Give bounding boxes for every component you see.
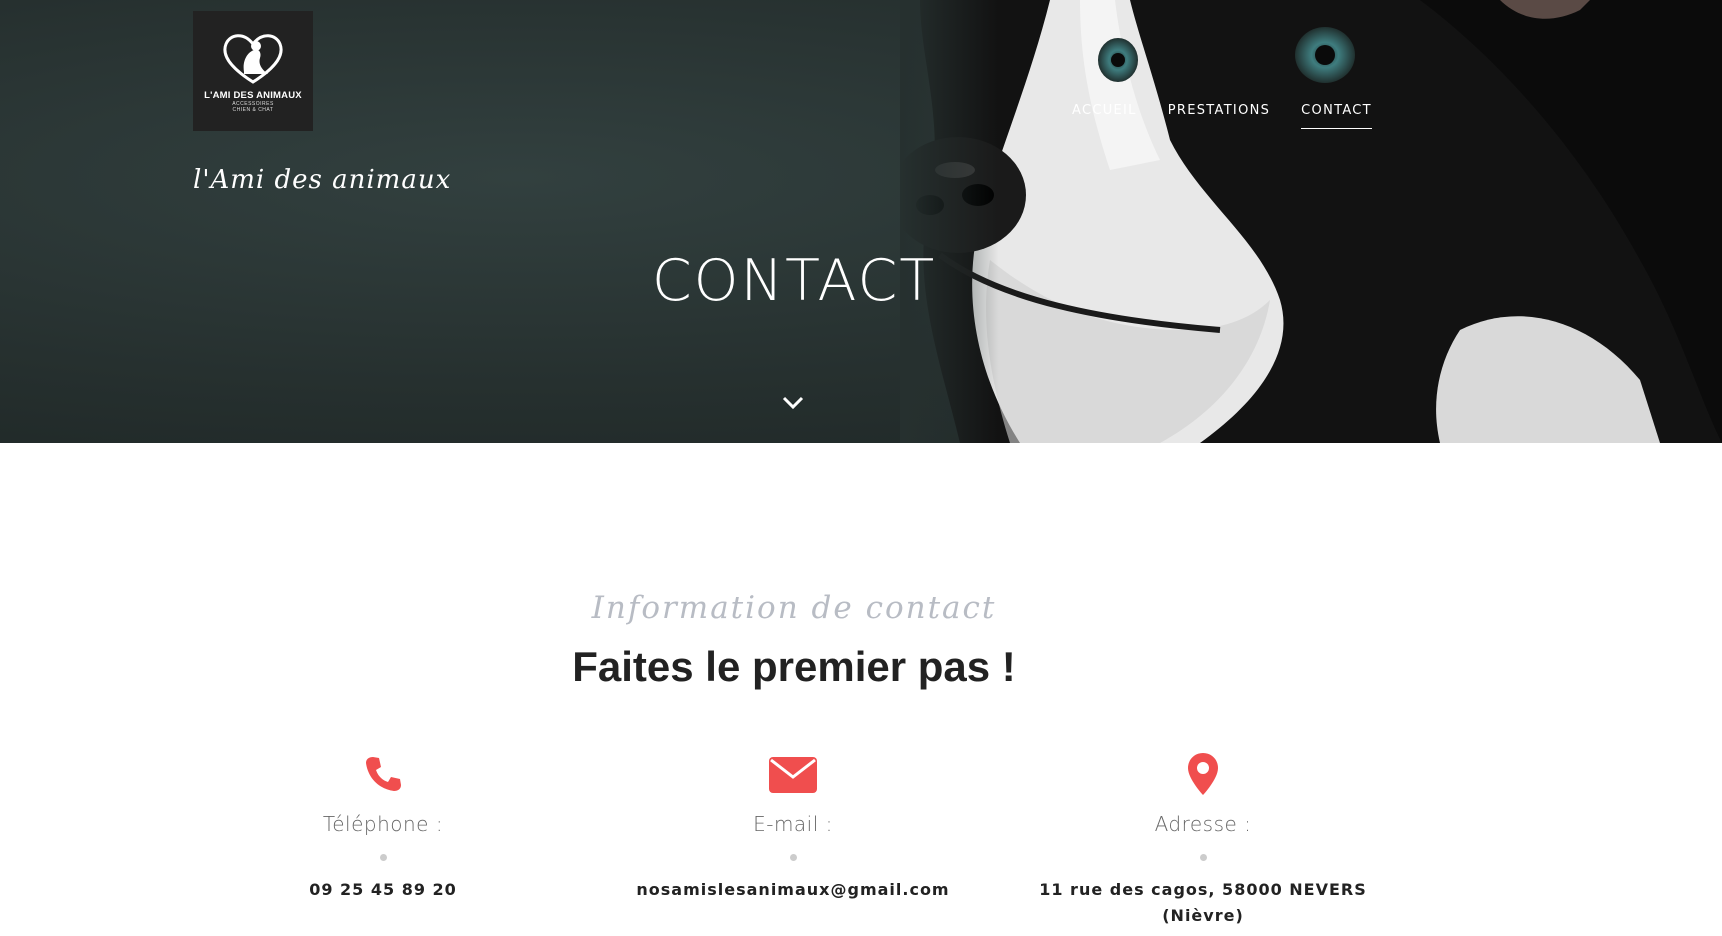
heart-logo-icon: [223, 33, 283, 84]
address-label: Adresse :: [1154, 812, 1252, 836]
contact-phone: Téléphone : 09 25 45 89 20: [173, 752, 593, 903]
nav-item-accueil[interactable]: ACCUEIL: [1072, 103, 1137, 129]
email-label: E-mail :: [753, 812, 833, 836]
page-title: CONTACT: [651, 248, 937, 314]
map-pin-icon: [1188, 753, 1218, 795]
contact-email: E-mail : nosamislesanimaux@gmail.com: [583, 752, 1003, 903]
section-headline: Faites le premier pas !: [572, 643, 1016, 690]
phone-label: Téléphone :: [322, 812, 444, 836]
address-line-1: 11 rue des cagos, 58000 NEVERS: [1039, 880, 1367, 899]
address-line-2: (Nièvre): [1162, 906, 1244, 925]
separator-dot: [789, 854, 797, 861]
site-logo[interactable]: L'AMI DES ANIMAUX ACCESSOIRES CHIEN & CH…: [193, 11, 313, 131]
nav-item-contact[interactable]: CONTACT: [1301, 103, 1372, 129]
logo-brand: L'AMI DES ANIMAUX: [204, 89, 302, 101]
section-subtitle: Information de contact: [591, 590, 997, 626]
email-value[interactable]: nosamislesanimaux@gmail.com: [583, 877, 1003, 903]
separator-dot: [379, 854, 387, 861]
phone-icon: [366, 757, 401, 791]
separator-dot: [1199, 854, 1207, 861]
chevron-down-icon[interactable]: [782, 395, 804, 411]
logo-tagline-2: CHIEN & CHAT: [232, 106, 274, 113]
nav-item-prestations[interactable]: PRESTATIONS: [1168, 103, 1270, 129]
envelope-icon: [769, 757, 817, 793]
contact-address: Adresse : 11 rue des cagos, 58000 NEVERS…: [993, 752, 1413, 929]
main-nav: ACCUEIL PRESTATIONS CONTACT: [1072, 103, 1372, 129]
site-name[interactable]: l'Ami des animaux: [193, 165, 451, 195]
hero-banner: L'AMI DES ANIMAUX ACCESSOIRES CHIEN & CH…: [0, 0, 1722, 443]
phone-value[interactable]: 09 25 45 89 20: [173, 877, 593, 903]
address-value[interactable]: 11 rue des cagos, 58000 NEVERS (Nièvre): [993, 877, 1413, 929]
dog-photo: [900, 0, 1722, 443]
